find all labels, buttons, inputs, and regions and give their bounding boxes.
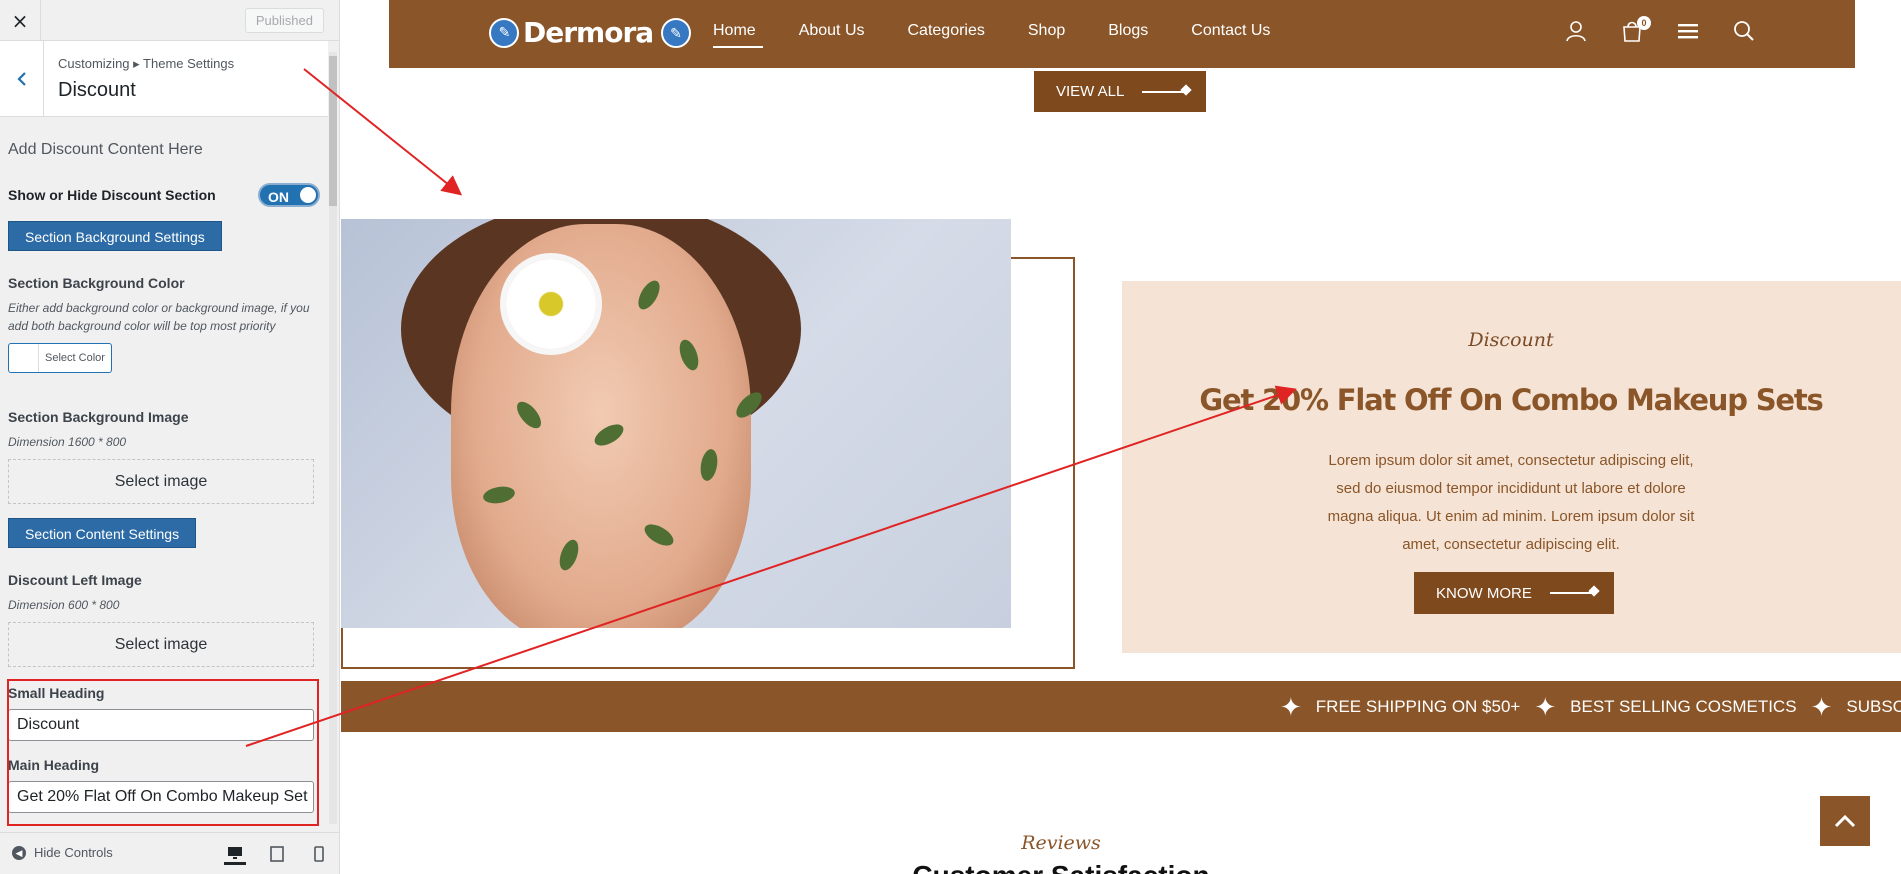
bg-image-label: Section Background Image [8,409,189,425]
color-swatch [9,344,39,372]
nav-home[interactable]: Home [713,22,763,48]
toggle-knob [300,187,316,203]
select-bg-image-button[interactable]: Select image [8,459,314,504]
customizer-sidebar: × Published Customizing ▸ Theme Settings… [0,0,340,874]
nav-categories[interactable]: Categories [908,22,985,40]
discount-left-image [341,219,1011,628]
collapse-icon: ◀ [12,845,26,860]
left-image-label: Discount Left Image [8,572,142,588]
nav-contact[interactable]: Contact Us [1191,22,1270,40]
main-nav: Home About Us Categories Shop Blogs Cont… [713,22,1270,48]
arrow-right-icon [1549,592,1592,594]
select-color-button[interactable]: Select Color [8,343,112,373]
know-more-label: KNOW MORE [1436,584,1532,602]
scrollbar-thumb[interactable] [329,56,337,206]
tablet-preview-icon[interactable] [266,843,288,865]
nav-blogs[interactable]: Blogs [1108,22,1148,40]
view-all-label: VIEW ALL [1056,83,1125,100]
sparkle-icon: ✦ [1280,691,1302,722]
hide-controls-label: Hide Controls [34,845,113,860]
arrow-right-icon [1142,90,1185,93]
view-all-button[interactable]: VIEW ALL [1034,71,1207,112]
sidebar-scrollbar[interactable] [329,52,337,824]
know-more-button[interactable]: KNOW MORE [1414,572,1614,614]
cart-icon[interactable]: 0 [1621,16,1651,48]
bg-color-description: Either add background color or backgroun… [8,301,310,333]
user-icon[interactable] [1565,20,1587,48]
published-button[interactable]: Published [244,8,324,33]
customizer-topbar: × Published [0,0,339,41]
sparkle-icon: ✦ [1534,691,1557,722]
mobile-preview-icon[interactable] [308,843,330,865]
image-face-shape [451,224,751,628]
left-image-dimension: Dimension 600 * 800 [8,598,120,612]
annotation-highlight-box [7,679,319,826]
select-left-image-button[interactable]: Select image [8,622,314,667]
toggle-label: Show or Hide Discount Section [8,187,216,203]
sparkle-icon: ✦ [1810,691,1833,722]
promo-marquee: ✦ FREE SHIPPING ON $50+ ✦ BEST SELLING C… [341,681,1901,732]
desktop-preview-icon[interactable] [224,843,246,865]
search-icon[interactable] [1733,20,1755,48]
nav-about[interactable]: About Us [799,22,865,40]
site-logo[interactable]: ✎ Dermora [489,16,654,49]
nav-shop[interactable]: Shop [1028,22,1065,40]
breadcrumb: Customizing ▸ Theme Settings [58,56,235,71]
section-title: Discount [58,79,136,101]
section-header: Customizing ▸ Theme Settings Discount [0,41,328,117]
intro-text: Add Discount Content Here [8,141,203,158]
image-flower-shape [506,259,596,349]
logo-text: Dermora [523,16,654,49]
reviews-title: Customer Satisfaction [341,860,1781,874]
discount-body-text: Lorem ipsum dolor sit amet, consectetur … [1327,452,1695,553]
content-settings-button[interactable]: Section Content Settings [8,518,197,548]
edit-shortcut-icon[interactable]: ✎ [661,18,691,48]
site-preview: ✎ Dermora ✎ Home About Us Categories Sho… [341,0,1901,874]
marquee-item: SUBSCR [1846,696,1901,716]
background-settings-button[interactable]: Section Background Settings [8,221,222,251]
edit-shortcut-icon[interactable]: ✎ [489,17,519,48]
bg-image-dimension: Dimension 1600 * 800 [8,435,127,449]
reviews-subtitle: Reviews [1021,832,1101,854]
bg-color-label: Section Background Color [8,275,185,291]
discount-small-heading: Discount [1468,329,1554,351]
show-hide-row: Show or Hide Discount Section ON [8,183,320,207]
cart-count-badge: 0 [1637,16,1651,30]
close-icon[interactable]: × [0,0,41,41]
hide-controls-button[interactable]: ◀ Hide Controls [12,845,113,860]
toggle-value: ON [268,189,289,205]
menu-icon[interactable] [1677,20,1699,48]
marquee-item: BEST SELLING COSMETICS [1570,696,1797,716]
marquee-item: FREE SHIPPING ON $50+ [1315,696,1521,716]
show-section-toggle[interactable]: ON [258,183,320,207]
site-header: ✎ Dermora ✎ Home About Us Categories Sho… [389,0,1855,68]
customizer-footer: ◀ Hide Controls [0,832,339,874]
select-color-label: Select Color [45,352,105,364]
header-icons: 0 [1565,16,1755,48]
scroll-to-top-button[interactable] [1820,796,1870,846]
back-arrow-icon[interactable] [0,41,44,117]
discount-main-heading: Get 20% Flat Off On Combo Makeup Sets [1199,383,1823,417]
